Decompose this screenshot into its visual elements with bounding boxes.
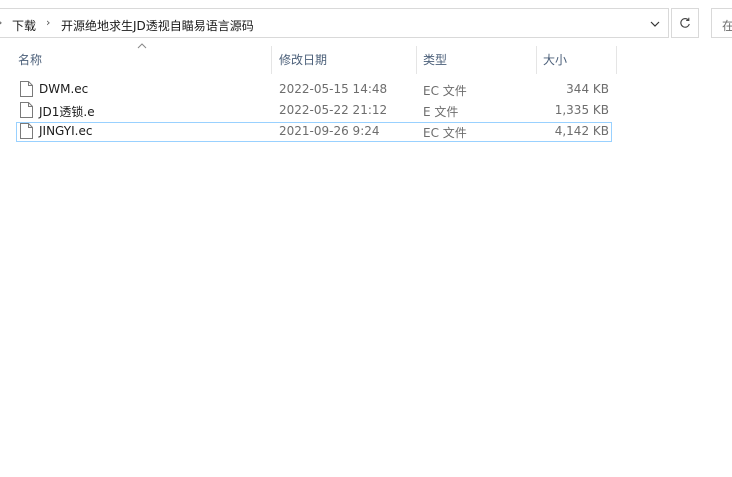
refresh-icon [680,17,690,28]
address-dropdown-button[interactable] [642,10,668,38]
column-divider[interactable] [271,46,272,74]
file-date: 2022-05-22 21:12 [279,103,388,117]
column-header-row: 名称 修改日期 类型 大小 [0,43,732,76]
file-row-dwm[interactable]: DWM.ec 2022-05-15 14:48 EC 文件 344 KB [16,80,612,100]
chevron-down-icon [650,21,660,27]
file-type: EC 文件 [423,84,467,98]
file-type: EC 文件 [423,126,467,140]
file-size: 1,335 KB [554,103,609,117]
chevron-right-icon[interactable]: › [46,16,50,29]
file-row-jd1[interactable]: JD1透锁.e 2022-05-22 21:12 E 文件 1,335 KB [16,101,612,121]
address-bar[interactable]: › 下载 › 开源绝地求生JD透视自瞄易语言源码 [0,8,669,38]
column-divider[interactable] [536,46,537,74]
file-icon [20,123,33,139]
file-explorer-window: › 下载 › 开源绝地求生JD透视自瞄易语言源码 在 名称 修改日期 [0,0,732,477]
breadcrumb-item-current-folder[interactable]: 开源绝地求生JD透视自瞄易语言源码 [61,17,254,34]
file-type: E 文件 [423,105,459,119]
column-header-name[interactable]: 名称 [18,46,42,74]
refresh-button[interactable] [671,8,699,38]
sort-ascending-icon [137,43,147,49]
file-name: DWM.ec [39,82,89,96]
breadcrumb-item-downloads[interactable]: 下载 [12,17,36,34]
address-row: › 下载 › 开源绝地求生JD透视自瞄易语言源码 在 [0,7,732,40]
file-size: 344 KB [566,82,609,96]
column-divider[interactable] [616,46,617,74]
chevron-right-icon[interactable]: › [0,16,2,29]
file-icon [20,81,33,97]
search-input[interactable]: 在 [711,8,732,38]
column-header-date[interactable]: 修改日期 [279,46,327,74]
column-header-type[interactable]: 类型 [423,46,447,74]
file-date: 2022-05-15 14:48 [279,82,388,96]
file-size: 4,142 KB [554,124,609,138]
file-name: JD1透锁.e [39,105,95,119]
file-icon [20,102,33,118]
column-divider[interactable] [416,46,417,74]
file-row-jingyi[interactable]: JINGYI.ec 2021-09-26 9:24 EC 文件 4,142 KB [16,122,612,142]
search-placeholder: 在 [722,19,732,33]
file-date: 2021-09-26 9:24 [279,124,380,138]
file-name: JINGYI.ec [39,124,93,138]
column-header-size[interactable]: 大小 [543,46,567,74]
